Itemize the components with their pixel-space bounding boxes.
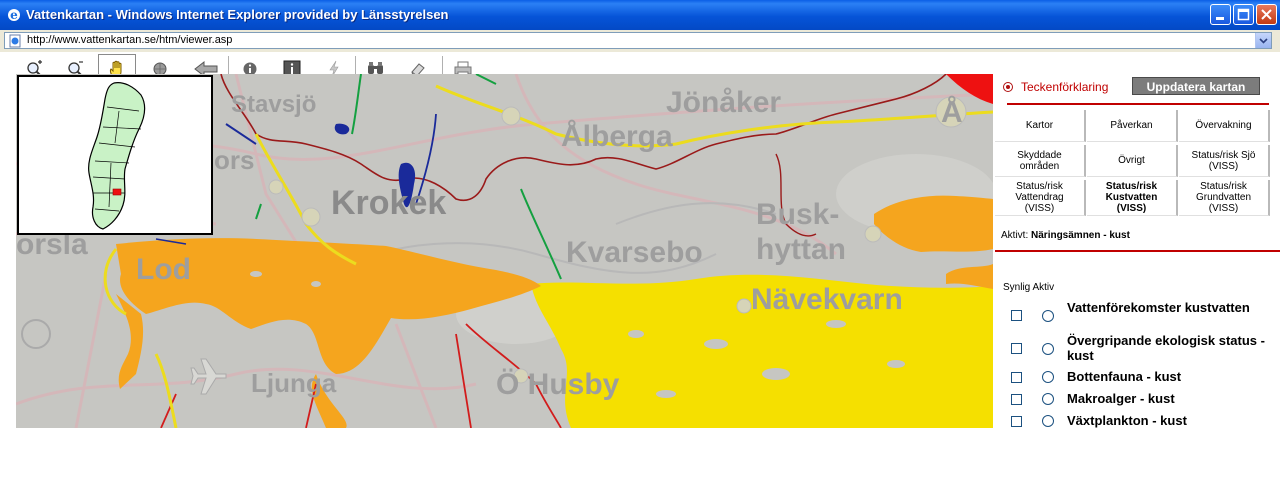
minimize-button[interactable]: [1210, 4, 1231, 25]
legend-label: Teckenförklaring: [1021, 80, 1109, 94]
active-radio[interactable]: [1042, 371, 1054, 383]
tab-status-vattendrag[interactable]: Status/risk Vattendrag (VISS): [995, 180, 1086, 216]
layer-label: Bottenfauna - kust: [1067, 369, 1182, 384]
address-bar: http://www.vattenkartan.se/htm/viewer.as…: [0, 30, 1280, 52]
legend-option[interactable]: Teckenförklaring: [1003, 80, 1108, 94]
address-text: http://www.vattenkartan.se/htm/viewer.as…: [27, 34, 233, 46]
place-label: Krokek: [331, 184, 446, 222]
active-prefix: Aktivt:: [1001, 230, 1029, 241]
legend-radio[interactable]: [1003, 82, 1013, 92]
place-label: Ålberga: [561, 120, 673, 153]
layer-label: Övergripande ekologisk status - kust: [1067, 333, 1265, 363]
place-label: Ljunga: [251, 368, 337, 398]
visible-checkbox[interactable]: [1011, 416, 1022, 427]
side-panel: Teckenförklaring Uppdatera kartan Kartor…: [995, 74, 1280, 428]
title-bar: e Vattenkartan - Windows Internet Explor…: [0, 0, 1280, 30]
tab-paverkan[interactable]: Påverkan: [1087, 110, 1178, 142]
tab-status-sjo[interactable]: Status/risk Sjö (VISS): [1179, 145, 1270, 177]
maximize-icon: [1237, 8, 1250, 21]
divider: [1007, 103, 1269, 105]
visible-checkbox[interactable]: [1011, 394, 1022, 405]
address-field[interactable]: http://www.vattenkartan.se/htm/viewer.as…: [4, 32, 1272, 49]
visible-checkbox[interactable]: [1011, 310, 1022, 321]
maximize-button[interactable]: [1233, 4, 1254, 25]
page-icon: [9, 34, 21, 48]
divider: [995, 250, 1280, 252]
tab-status-grundvatten[interactable]: Status/risk Grundvatten (VISS): [1179, 180, 1270, 216]
overview-map[interactable]: [17, 75, 213, 235]
tab-kartor[interactable]: Kartor: [995, 110, 1086, 142]
active-radio[interactable]: [1042, 415, 1054, 427]
active-radio[interactable]: [1042, 343, 1054, 355]
address-dropdown[interactable]: [1255, 33, 1271, 48]
place-label: ors: [214, 145, 254, 175]
active-layer-line: Aktivt: Näringsämnen - kust: [1001, 230, 1130, 241]
place-label: Busk-: [756, 198, 839, 231]
place-label: Kvarsebo: [566, 236, 703, 269]
update-map-button[interactable]: Uppdatera kartan: [1132, 77, 1260, 95]
place-label: Jönåker: [666, 86, 781, 119]
window-title: Vattenkartan - Windows Internet Explorer…: [26, 7, 449, 22]
close-icon: [1261, 9, 1272, 20]
layer-label: Vattenförekomster kustvatten: [1067, 300, 1250, 315]
active-radio[interactable]: [1042, 393, 1054, 405]
active-value: Näringsämnen - kust: [1031, 230, 1130, 241]
close-button[interactable]: [1256, 4, 1277, 25]
sweden-overview-icon: [88, 82, 146, 230]
visible-checkbox[interactable]: [1011, 343, 1022, 354]
place-label: Stavsjö: [231, 91, 316, 118]
visible-checkbox[interactable]: [1011, 372, 1022, 383]
tab-skyddade-omraden[interactable]: Skyddade områden: [995, 145, 1086, 177]
place-label: Nävekvarn: [751, 283, 903, 316]
layer-label: Växtplankton - kust: [1067, 413, 1187, 428]
tab-ovrigt[interactable]: Övrigt: [1087, 145, 1178, 177]
place-label: hyttan: [756, 233, 846, 266]
tab-overvakning[interactable]: Övervakning: [1179, 110, 1270, 142]
svg-text:e: e: [10, 8, 18, 22]
column-headers: Synlig Aktiv: [1003, 282, 1054, 293]
layer-label: Makroalger - kust: [1067, 391, 1175, 406]
active-radio[interactable]: [1042, 310, 1054, 322]
place-label: Ö Husby: [496, 368, 620, 401]
ie-logo-icon: e: [8, 8, 20, 22]
col-active: Aktiv: [1032, 282, 1055, 293]
tab-status-kustvatten[interactable]: Status/risk Kustvatten (VISS): [1087, 180, 1178, 216]
place-label: Å: [941, 96, 963, 129]
minimize-icon: [1216, 17, 1224, 20]
chevron-down-icon: [1259, 38, 1268, 44]
place-label: Lod: [136, 253, 191, 286]
col-visible: Synlig: [1003, 282, 1031, 293]
